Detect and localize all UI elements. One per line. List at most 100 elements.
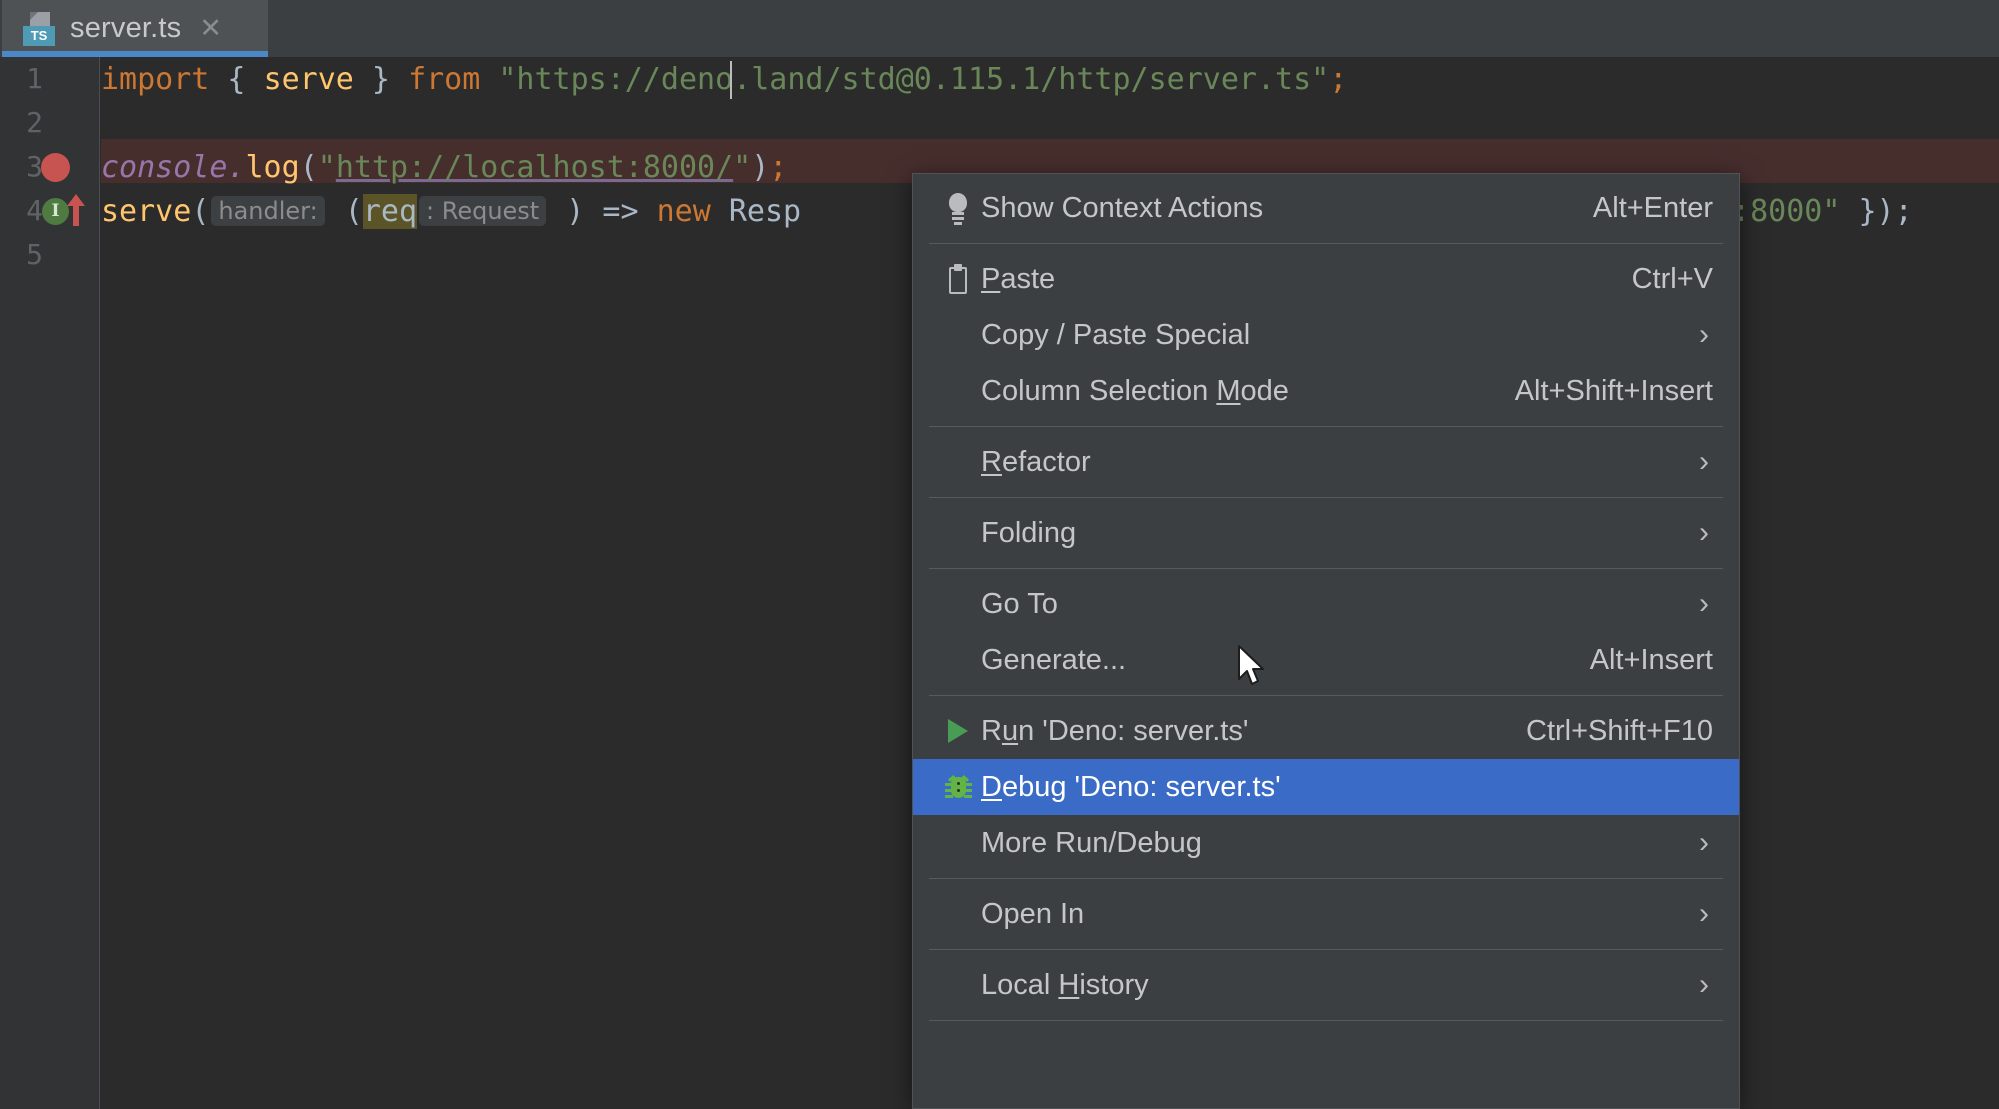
chevron-right-icon: › — [1695, 589, 1713, 619]
text-caret — [730, 61, 732, 99]
token-brace-close: } — [354, 62, 408, 97]
menu-separator — [929, 878, 1723, 879]
menu-item-column-selection-mode[interactable]: Column Selection Mode Alt+Shift+Insert — [913, 363, 1739, 419]
menu-item-shortcut: Alt+Insert — [1590, 644, 1713, 677]
breakpoint-icon[interactable] — [41, 153, 70, 182]
no-icon — [935, 584, 981, 624]
token-brace-open: { — [209, 62, 263, 97]
run-icon — [935, 711, 981, 751]
chevron-right-icon: › — [1695, 828, 1713, 858]
no-icon — [935, 371, 981, 411]
token-line4-end: }); — [1840, 194, 1912, 229]
no-icon — [935, 315, 981, 355]
line-number: 4 — [3, 189, 43, 233]
inlay-hint-handler[interactable]: handler: — [211, 196, 324, 226]
menu-item-label: Debug 'Deno: server.ts' — [981, 771, 1713, 804]
menu-item-local-history[interactable]: Local History › — [913, 957, 1739, 1013]
menu-separator — [929, 243, 1723, 244]
token-keyword-new: new — [657, 194, 711, 229]
debug-icon — [935, 767, 981, 807]
menu-item-label: Show Context Actions — [981, 192, 1563, 225]
editor-tab-server-ts[interactable]: TS server.ts ✕ — [2, 0, 268, 57]
menu-item-label: Run 'Deno: server.ts' — [981, 715, 1496, 748]
token-string-module: "https://deno.land/std@0.115.1/http/serv… — [498, 62, 1329, 97]
menu-separator — [929, 695, 1723, 696]
menu-item-label: Copy / Paste Special — [981, 319, 1665, 352]
menu-item-generate[interactable]: Generate... Alt+Insert — [913, 632, 1739, 688]
menu-item-folding[interactable]: Folding › — [913, 505, 1739, 561]
token-fn-serve: serve — [101, 194, 191, 229]
editor-context-menu[interactable]: Show Context Actions Alt+Enter Paste Ctr… — [912, 173, 1740, 1109]
chevron-right-icon: › — [1695, 899, 1713, 929]
token-quote-close: " — [733, 150, 751, 185]
menu-item-shortcut: Alt+Enter — [1593, 192, 1713, 225]
menu-item-label: More Run/Debug — [981, 827, 1665, 860]
no-icon — [935, 823, 981, 863]
clipboard-icon — [935, 259, 981, 299]
token-object-console: console — [101, 150, 227, 185]
menu-item-copy-paste-special[interactable]: Copy / Paste Special › — [913, 307, 1739, 363]
code-line-1: import { serve } from "https://deno.land… — [101, 57, 1999, 101]
menu-item-debug-deno-server-ts[interactable]: Debug 'Deno: server.ts' — [913, 759, 1739, 815]
run-gutter-arrow-icon[interactable] — [65, 193, 87, 227]
line-number: 2 — [3, 101, 43, 145]
menu-separator — [929, 497, 1723, 498]
token-dot: . — [227, 150, 245, 185]
line-number: 3 — [3, 145, 43, 189]
code-line-4-tail: ":8000" }); — [1714, 189, 1999, 233]
token-paren-close: ) — [548, 194, 584, 229]
token-keyword-import: import — [101, 62, 209, 97]
lightbulb-icon — [935, 188, 981, 228]
token-arrow: => — [584, 194, 656, 229]
menu-item-label: Folding — [981, 517, 1665, 550]
menu-item-refactor[interactable]: Refactor › — [913, 434, 1739, 490]
menu-item-label: Column Selection Mode — [981, 375, 1485, 408]
menu-item-run-deno-server-ts[interactable]: Run 'Deno: server.ts' Ctrl+Shift+F10 — [913, 703, 1739, 759]
token-class-response: Resp — [711, 194, 801, 229]
chevron-right-icon: › — [1695, 320, 1713, 350]
tab-title: server.ts — [70, 12, 181, 45]
token-ident-serve: serve — [264, 62, 354, 97]
chevron-right-icon: › — [1695, 447, 1713, 477]
line-number: 5 — [3, 233, 43, 277]
menu-item-shortcut: Ctrl+V — [1632, 263, 1713, 296]
typescript-file-icon: TS — [22, 11, 56, 47]
token-url-localhost[interactable]: http://localhost:8000/ — [336, 150, 733, 185]
code-line-2 — [101, 101, 1999, 145]
menu-item-more-run-debug[interactable]: More Run/Debug › — [913, 815, 1739, 871]
inlay-hint-request-type[interactable]: : Request — [419, 196, 546, 226]
no-icon — [935, 965, 981, 1005]
menu-item-label: Paste — [981, 263, 1602, 296]
menu-item-label: Open In — [981, 898, 1665, 931]
menu-item-label: Local History — [981, 969, 1665, 1002]
menu-separator — [929, 949, 1723, 950]
menu-item-show-context-actions[interactable]: Show Context Actions Alt+Enter — [913, 180, 1739, 236]
no-icon — [935, 442, 981, 482]
menu-item-open-in[interactable]: Open In › — [913, 886, 1739, 942]
token-paren-close: ) — [751, 150, 769, 185]
chevron-right-icon: › — [1695, 518, 1713, 548]
token-space — [480, 62, 498, 97]
token-method-log: log — [246, 150, 300, 185]
token-paren-open: ( — [191, 194, 209, 229]
menu-separator — [929, 426, 1723, 427]
editor-gutter[interactable]: 1 2 3 4 5 I — [0, 57, 100, 1109]
line-number: 1 — [3, 57, 43, 101]
no-icon — [935, 640, 981, 680]
menu-item-paste[interactable]: Paste Ctrl+V — [913, 251, 1739, 307]
close-icon[interactable]: ✕ — [199, 15, 222, 42]
token-quote-open: " — [318, 150, 336, 185]
menu-item-shortcut: Alt+Shift+Insert — [1515, 375, 1713, 408]
menu-separator — [929, 568, 1723, 569]
token-param-req: req — [363, 194, 417, 229]
chevron-right-icon: › — [1695, 970, 1713, 1000]
menu-item-label: Refactor — [981, 446, 1665, 479]
menu-item-label: Go To — [981, 588, 1665, 621]
menu-separator — [929, 1020, 1723, 1021]
token-paren-open: ( — [300, 150, 318, 185]
no-icon — [935, 513, 981, 553]
token-keyword-from: from — [408, 62, 480, 97]
menu-item-go-to[interactable]: Go To › — [913, 576, 1739, 632]
menu-item-shortcut: Ctrl+Shift+F10 — [1526, 715, 1713, 748]
ts-badge: TS — [23, 26, 55, 46]
